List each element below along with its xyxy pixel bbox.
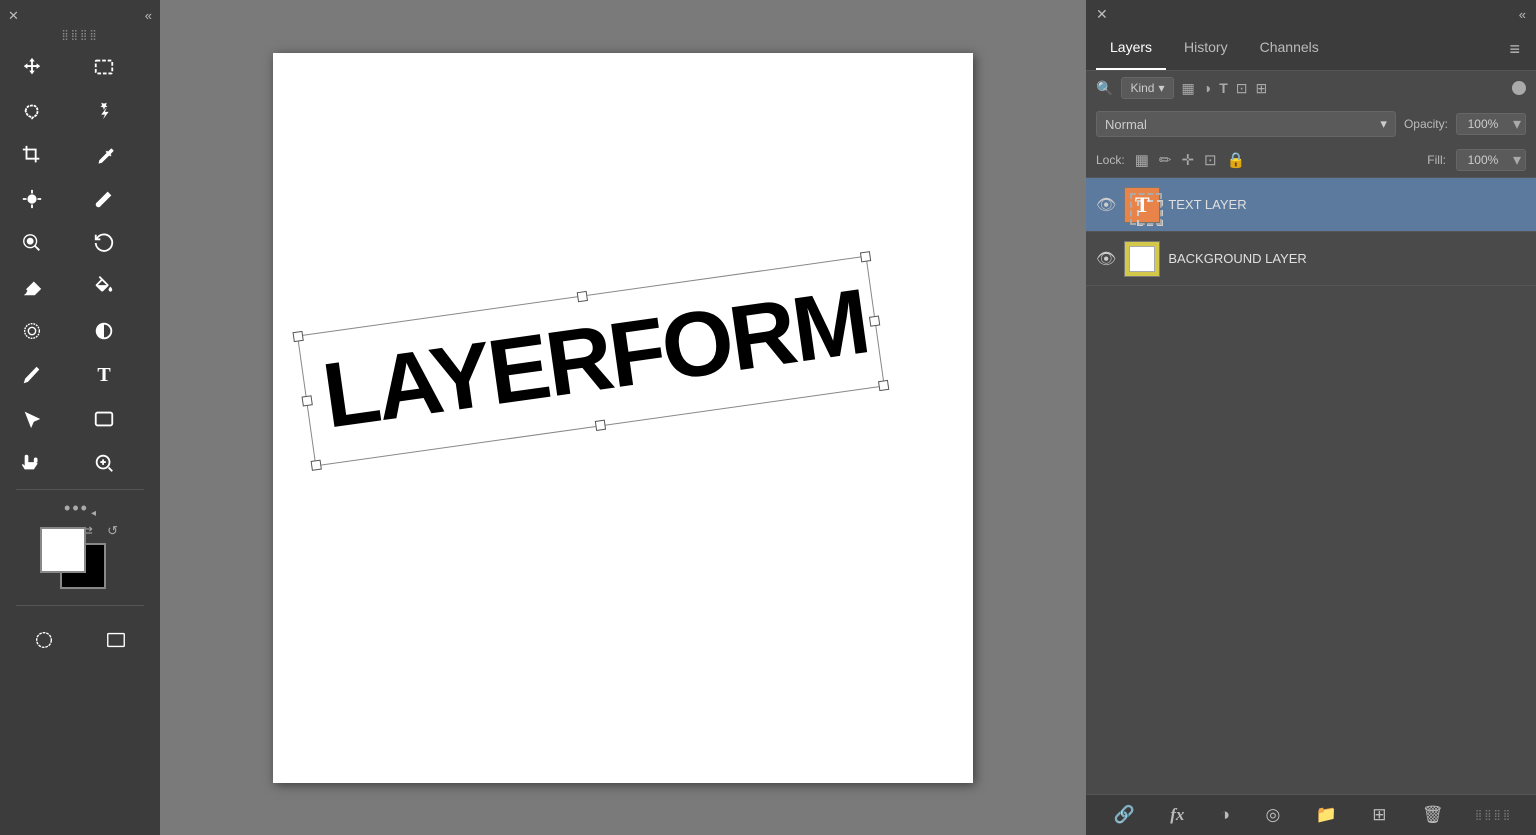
left-toolbar: ✕ « ⣿⣿⣿⣿ [0, 0, 160, 835]
toolbar-header: ✕ « [0, 4, 160, 28]
more-tools-icon[interactable]: ••• [64, 498, 89, 519]
layer-styles-btn[interactable]: fx [1166, 803, 1188, 827]
foreground-color[interactable] [40, 527, 86, 573]
magic-wand-tool[interactable] [80, 89, 128, 133]
fill-label: Fill: [1427, 153, 1446, 167]
type-tool[interactable]: T [80, 353, 128, 397]
filter-adjustment-icon[interactable]: ◑ [1203, 80, 1211, 97]
marquee-rect-tool[interactable] [80, 45, 128, 89]
layer-name-text: TEXT LAYER [1168, 197, 1246, 212]
layer-item-background[interactable]: 👁 BACKGROUND LAYER [1086, 232, 1536, 286]
filter-icons: ▦ ◑ T ⊡ ⊞ [1182, 80, 1268, 97]
canvas-document: LAYERFORM [273, 53, 973, 783]
move-tool[interactable] [8, 45, 56, 89]
color-reset-icon[interactable]: ↺ [107, 523, 118, 539]
link-layers-btn[interactable]: 🔗 [1110, 803, 1139, 827]
filter-type-icon[interactable]: T [1219, 80, 1228, 97]
lock-all-icon[interactable]: 🔒 [1227, 151, 1246, 169]
toolbar-collapse-icon[interactable]: « [145, 8, 152, 24]
zoom-tool[interactable] [80, 441, 128, 485]
opacity-arrow[interactable]: ▾ [1509, 114, 1525, 134]
toolbar-bottom [0, 614, 160, 666]
layers-panel: ✕ « Layers History Channels ≡ 🔍 Kind ▾ ▦… [1086, 0, 1536, 835]
tab-history[interactable]: History [1170, 29, 1242, 70]
panel-footer: 🔗 fx ◑ ◎ 📁 ⊞ 🗑 ⣿⣿⣿⣿ [1086, 794, 1536, 835]
handle-bl[interactable] [311, 460, 322, 471]
layer-thumb-text: T [1124, 187, 1160, 223]
lock-transparent-icon[interactable]: ▦ [1135, 151, 1149, 169]
lasso-tool[interactable] [8, 89, 56, 133]
filter-smartobj-icon[interactable]: ⊞ [1256, 80, 1268, 97]
canvas-area: LAYERFORM [160, 0, 1086, 835]
toolbar-divider-1 [16, 489, 144, 490]
handle-tl[interactable] [292, 331, 303, 342]
lock-row: Lock: ▦ ✏ ✛ ⊡ 🔒 Fill: 100% ▾ [1086, 143, 1536, 178]
handle-tr[interactable] [860, 251, 871, 262]
screen-mode-tool[interactable] [92, 618, 140, 662]
new-layer-btn[interactable]: ⊞ [1368, 803, 1390, 827]
hand-tool[interactable] [8, 441, 56, 485]
filter-pixel-icon[interactable]: ▦ [1182, 80, 1195, 97]
toolbar-close-icon[interactable]: ✕ [8, 8, 19, 24]
panel-tabs: Layers History Channels ≡ [1086, 29, 1536, 71]
panel-header: ✕ « [1086, 0, 1536, 29]
handle-br[interactable] [878, 380, 889, 391]
eyedropper-tool[interactable] [80, 133, 128, 177]
layer-list: 👁 T TEXT LAYER 👁 BACKGROUND LAYER [1086, 178, 1536, 794]
clone-tool[interactable] [8, 221, 56, 265]
lock-artboard-icon[interactable]: ⊡ [1204, 151, 1217, 169]
tab-layers[interactable]: Layers [1096, 29, 1166, 70]
blend-mode-dropdown[interactable]: Normal ▾ [1096, 111, 1396, 137]
layer-visibility-bg[interactable]: 👁 [1096, 249, 1116, 269]
handle-tc[interactable] [576, 291, 587, 302]
tool-grid: T [0, 45, 160, 485]
filter-active-dot [1512, 81, 1526, 95]
crop-tool[interactable] [8, 133, 56, 177]
brush-tool[interactable] [80, 177, 128, 221]
canvas-text[interactable]: LAYERFORM [318, 275, 873, 442]
lock-position-icon[interactable]: ✛ [1181, 151, 1194, 169]
lock-label: Lock: [1096, 153, 1125, 167]
handle-mr[interactable] [869, 316, 880, 327]
opacity-value[interactable]: 100% [1457, 114, 1509, 134]
panel-menu-btn[interactable]: ≡ [1503, 29, 1526, 70]
toolbar-divider-2 [16, 605, 144, 606]
fill-value[interactable]: 100% [1457, 150, 1509, 170]
history-brush-tool[interactable] [80, 221, 128, 265]
text-selection-wrapper: LAYERFORM [321, 313, 868, 405]
new-adjustment-btn[interactable]: ◎ [1261, 803, 1284, 827]
search-icon: 🔍 [1096, 80, 1113, 97]
panel-collapse-btn[interactable]: « [1519, 7, 1526, 22]
quick-mask-tool[interactable] [20, 618, 68, 662]
blend-row: Normal ▾ Opacity: 100% ▾ [1086, 105, 1536, 143]
add-mask-btn[interactable]: ◑ [1216, 803, 1234, 827]
layer-item-text[interactable]: 👁 T TEXT LAYER [1086, 178, 1536, 232]
color-swatches: ↺ ⇄ [40, 527, 120, 597]
filter-shape-icon[interactable]: ⊡ [1236, 80, 1248, 97]
paint-bucket-tool[interactable] [80, 265, 128, 309]
healing-tool[interactable] [8, 177, 56, 221]
delete-layer-btn[interactable]: 🗑 [1418, 803, 1448, 827]
handle-bc[interactable] [594, 420, 605, 431]
handle-ml[interactable] [302, 395, 313, 406]
layer-name-bg: BACKGROUND LAYER [1168, 251, 1306, 266]
dodge-tool[interactable] [80, 309, 128, 353]
kind-dropdown[interactable]: Kind ▾ [1121, 77, 1173, 99]
layer-thumb-bg [1124, 241, 1160, 277]
eraser-tool[interactable] [8, 265, 56, 309]
path-select-tool[interactable] [8, 397, 56, 441]
panel-close-btn[interactable]: ✕ [1096, 6, 1108, 23]
opacity-label: Opacity: [1404, 117, 1448, 131]
pen-tool[interactable] [8, 353, 56, 397]
toolbar-grip: ⣿⣿⣿⣿ [61, 28, 98, 45]
footer-grip: ⣿⣿⣿⣿ [1475, 810, 1512, 821]
blur-tool[interactable] [8, 309, 56, 353]
tab-channels[interactable]: Channels [1246, 29, 1333, 70]
layer-visibility-text[interactable]: 👁 [1096, 195, 1116, 215]
fill-arrow[interactable]: ▾ [1509, 150, 1525, 170]
rectangle-tool[interactable] [80, 397, 128, 441]
filter-row: 🔍 Kind ▾ ▦ ◑ T ⊡ ⊞ [1086, 71, 1536, 105]
lock-pixels-icon[interactable]: ✏ [1159, 151, 1172, 169]
new-group-btn[interactable]: 📁 [1312, 803, 1341, 827]
